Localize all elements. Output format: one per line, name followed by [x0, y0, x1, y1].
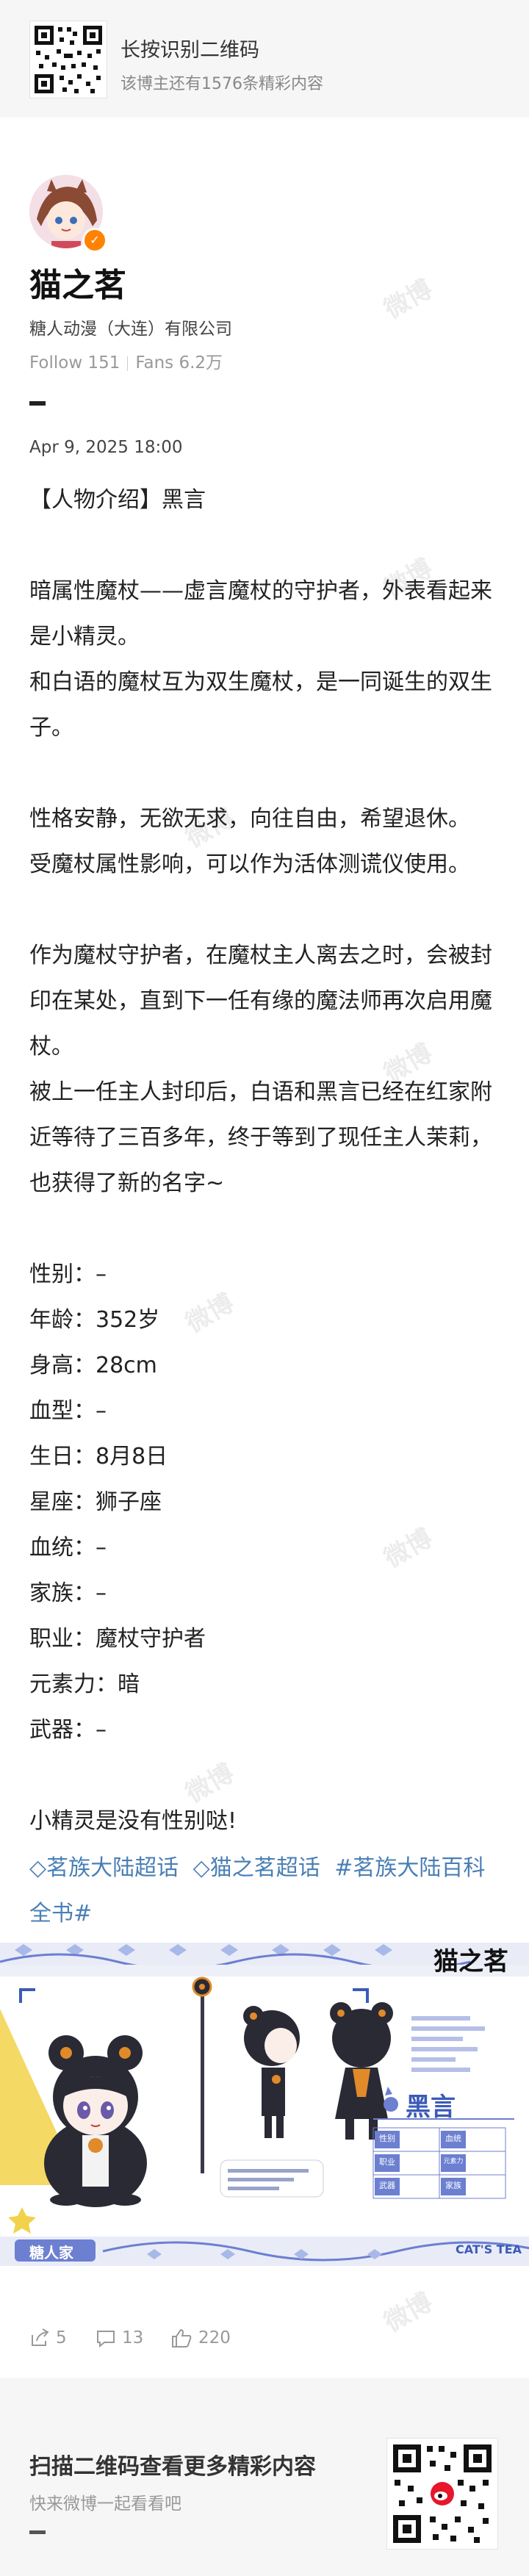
footer-title: 扫描二维码查看更多精彩内容	[29, 2454, 316, 2480]
profile-name[interactable]: 猫之茗	[29, 259, 126, 306]
artwork-brand-label: CAT'S TEA	[456, 2242, 522, 2256]
stats-divider	[127, 356, 129, 371]
weibo-watermark: 微博	[379, 274, 438, 325]
post-date: Apr 9, 2025 18:00	[29, 438, 183, 457]
character-artwork-image[interactable]: 猫之茗 黑言 性别 血统 职业 元素力 武器 家族 糖人家 CAT'S TEA	[0, 1943, 529, 2266]
post-tags: ◇茗族大陆超话 ◇猫之茗超话 #茗族大陆百科全书#	[29, 1846, 507, 1937]
qr-footer-banner[interactable]: 扫描二维码查看更多精彩内容 快来微博一起看看吧	[0, 2378, 529, 2576]
artwork-field-label: 家族	[445, 2181, 461, 2190]
artwork-logo: 猫之茗	[433, 1947, 508, 1976]
banner-title: 长按识别二维码	[120, 39, 259, 62]
comment-icon	[97, 2331, 115, 2348]
qr-code[interactable]	[386, 2438, 498, 2550]
like-button[interactable]: 220	[170, 2328, 231, 2348]
artwork-field-label: 职业	[379, 2157, 395, 2167]
post-text: 【人物介绍】黑言 暗属性魔杖——虚言魔杖的守护者，外表看起来是小精灵。 和白语的…	[29, 487, 492, 1834]
qr-code[interactable]	[29, 21, 107, 98]
comment-count: 13	[122, 2328, 144, 2347]
topic-tag-link[interactable]: ◇茗族大陆超话	[29, 1855, 179, 1881]
artwork-character-name: 黑言	[406, 2093, 456, 2122]
share-count: 5	[56, 2328, 67, 2347]
section-divider	[29, 401, 46, 406]
footer-divider	[29, 2530, 46, 2534]
profile-stats: Follow 151 Fans 6.2万	[29, 348, 223, 373]
qr-header-banner[interactable]: 长按识别二维码 该博主还有1576条精彩内容	[0, 0, 529, 118]
share-button[interactable]: 5	[29, 2328, 67, 2348]
profile-organization: 糖人动漫（大连）有限公司	[29, 320, 232, 339]
thumbs-up-icon	[172, 2328, 192, 2347]
comment-button[interactable]: 13	[96, 2328, 143, 2348]
artwork-field-label: 性别	[379, 2134, 395, 2143]
like-count: 220	[198, 2328, 231, 2347]
artwork-field-label: 血统	[445, 2134, 461, 2143]
artwork-field-label: 武器	[379, 2181, 395, 2190]
artwork-field-label: 元素力	[443, 2158, 464, 2165]
artwork-studio-label: 糖人家	[29, 2244, 73, 2262]
footer-subtitle: 快来微博一起看看吧	[29, 2494, 181, 2514]
weibo-watermark: 微博	[379, 2287, 438, 2338]
fans-count[interactable]: Fans 6.2万	[135, 353, 223, 373]
follow-count[interactable]: Follow 151	[29, 353, 120, 373]
share-icon	[32, 2328, 49, 2346]
topic-tag-link[interactable]: ◇猫之茗超话	[193, 1855, 320, 1881]
banner-subtitle: 该博主还有1576条精彩内容	[120, 75, 323, 93]
verified-badge-icon: ✓	[82, 228, 107, 253]
